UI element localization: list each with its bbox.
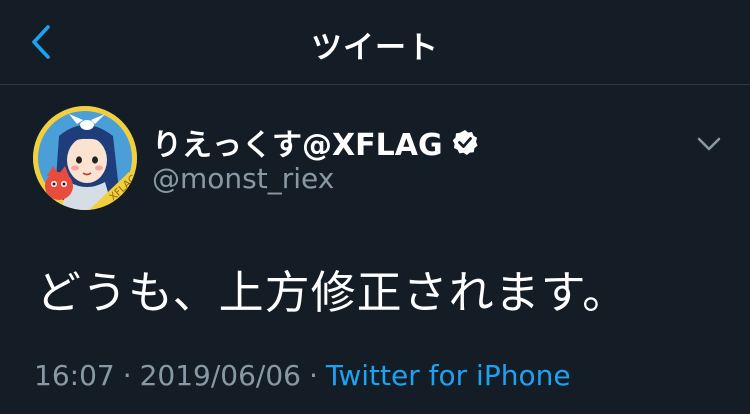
meta-separator: · [122,359,132,392]
tweet-time: 16:07 [34,359,115,392]
avatar[interactable]: XFLAG [33,106,137,210]
nav-bar: ツイート [0,0,750,85]
tweet-menu-button[interactable] [694,130,724,158]
chevron-down-icon [697,137,721,151]
avatar-illustration: XFLAG [33,106,137,210]
meta-separator: · [309,359,318,392]
tweet-meta: 16:07 · 2019/06/06 · Twitter for iPhone [34,359,571,392]
author-display-name[interactable]: りえっくす@XFLAG [152,120,443,164]
verified-badge-icon [452,129,478,155]
tweet-source-link[interactable]: Twitter for iPhone [326,359,571,392]
author-name-row[interactable]: りえっくす@XFLAG [152,120,478,164]
page-title: ツイート [311,30,439,66]
author-handle[interactable]: @monst_riex [152,162,334,195]
tweet-text: どうも、上方修正されます。 [36,266,629,319]
tweet-date: 2019/06/06 [139,359,301,392]
